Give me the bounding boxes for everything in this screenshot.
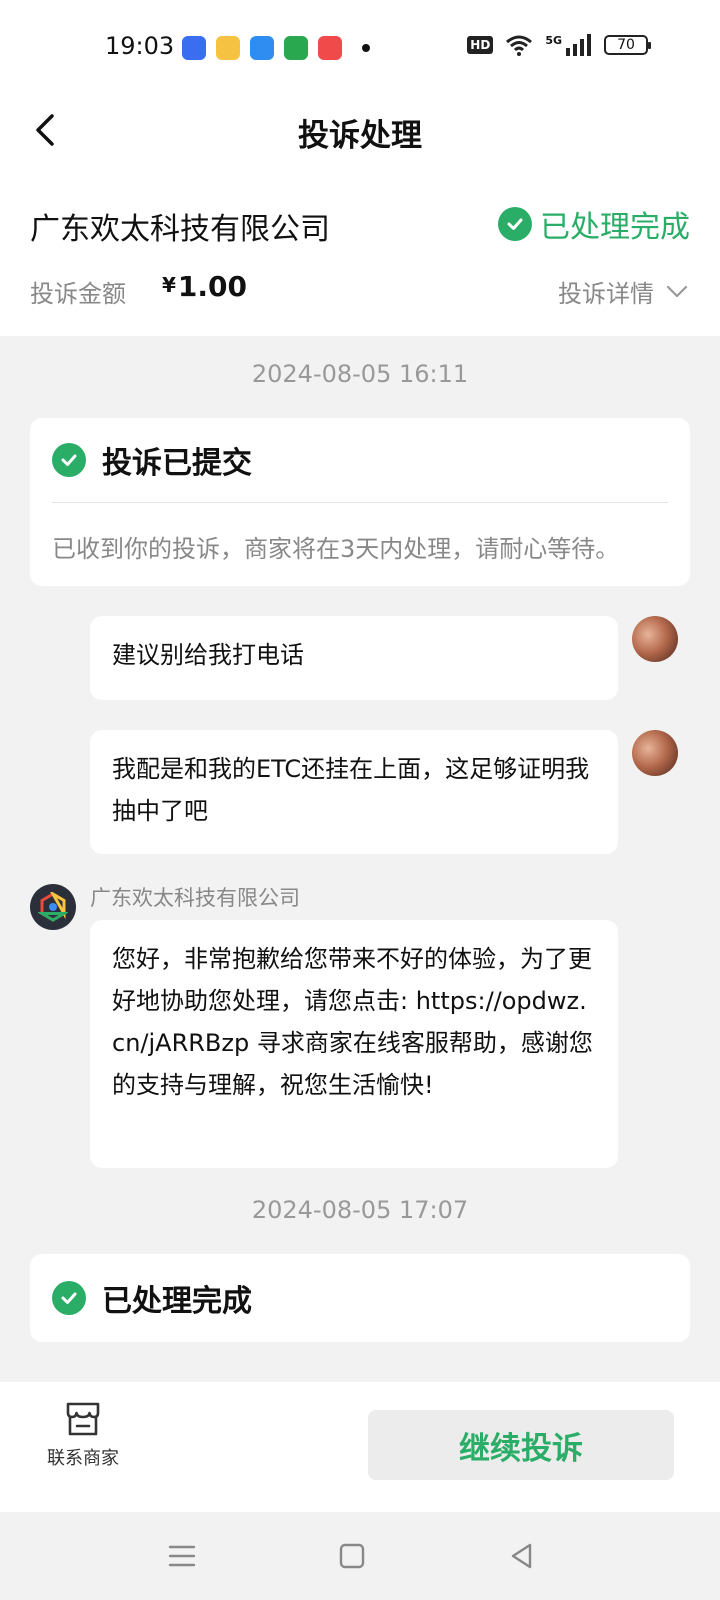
notes-app-icon bbox=[216, 36, 240, 60]
card-title: 已处理完成 bbox=[102, 1284, 252, 1319]
merchant-name: 广东欢太科技有限公司 bbox=[30, 212, 330, 247]
page-title: 投诉处理 bbox=[298, 118, 422, 154]
currency-symbol: ¥ bbox=[162, 273, 176, 297]
home-icon[interactable] bbox=[336, 1540, 368, 1572]
completed-card: 已处理完成 bbox=[30, 1254, 690, 1342]
system-nav-bar bbox=[0, 1512, 720, 1600]
user-message-bubble: 建议别给我打电话 bbox=[90, 616, 618, 700]
check-circle-icon bbox=[52, 443, 86, 477]
status-time: 19:03 bbox=[105, 32, 175, 60]
complaint-detail-toggle[interactable]: 投诉详情 bbox=[558, 274, 688, 309]
network-type: 5G bbox=[545, 33, 562, 47]
user-avatar[interactable] bbox=[632, 730, 678, 776]
user-message-bubble: 我配是和我的ETC还挂在上面，这足够证明我抽中了吧 bbox=[90, 730, 618, 854]
wifi-icon bbox=[506, 35, 533, 56]
store-icon bbox=[66, 1402, 100, 1436]
back-arrow-icon[interactable] bbox=[28, 110, 68, 150]
merchant-message-bubble: 您好，非常抱歉给您带来不好的体验，为了更好地协助您处理，请您点击: https:… bbox=[90, 920, 618, 1168]
contact-merchant-button[interactable]: 联系商家 bbox=[38, 1400, 128, 1470]
card-body: 已收到你的投诉，商家将在3天内处理，请耐心等待。 bbox=[52, 535, 620, 563]
amount-number: 1.00 bbox=[177, 270, 248, 303]
merchant-panel: 广东欢太科技有限公司 已处理完成 投诉金额 ¥1.00 投诉详情 bbox=[0, 176, 720, 336]
status-bar: 19:03 HD 5G 70 bbox=[0, 0, 720, 96]
continue-complaint-button[interactable]: 继续投诉 bbox=[368, 1410, 674, 1480]
signal-icon bbox=[566, 34, 591, 56]
battery-icon: 70 bbox=[604, 35, 651, 55]
blue-app-icon bbox=[250, 36, 274, 60]
baidu-app-icon bbox=[182, 36, 206, 60]
security-app-icon bbox=[284, 36, 308, 60]
contact-merchant-label: 联系商家 bbox=[47, 1448, 119, 1469]
complaint-status: 已处理完成 bbox=[498, 202, 690, 246]
status-label: 已处理完成 bbox=[540, 210, 690, 245]
card-header: 已处理完成 bbox=[30, 1254, 690, 1342]
timestamp: 2024-08-05 16:11 bbox=[251, 360, 469, 388]
detail-label: 投诉详情 bbox=[558, 280, 654, 308]
amount-value: ¥1.00 bbox=[162, 270, 247, 303]
nav-header: 投诉处理 bbox=[0, 96, 720, 176]
menu-icon[interactable] bbox=[166, 1540, 198, 1572]
bottom-action-bar: 联系商家 继续投诉 bbox=[0, 1382, 720, 1512]
card-header: 投诉已提交 bbox=[30, 418, 690, 502]
check-circle-icon bbox=[52, 1281, 86, 1315]
card-title: 投诉已提交 bbox=[102, 446, 252, 481]
check-circle-icon bbox=[498, 207, 532, 241]
timestamp: 2024-08-05 17:07 bbox=[251, 1196, 469, 1224]
sender-name: 广东欢太科技有限公司 bbox=[90, 886, 300, 910]
status-indicators: HD 5G 70 bbox=[467, 33, 651, 56]
user-avatar[interactable] bbox=[632, 616, 678, 662]
merchant-logo-icon bbox=[38, 892, 68, 922]
notification-dot-icon bbox=[362, 44, 370, 52]
chevron-down-icon bbox=[666, 285, 688, 297]
amount-label: 投诉金额 bbox=[30, 280, 126, 308]
merchant-avatar[interactable] bbox=[30, 884, 76, 930]
status-app-icons bbox=[182, 36, 370, 60]
music-app-icon bbox=[318, 36, 342, 60]
back-triangle-icon[interactable] bbox=[506, 1540, 538, 1572]
submitted-card: 投诉已提交 已收到你的投诉，商家将在3天内处理，请耐心等待。 bbox=[30, 418, 690, 586]
hd-badge: HD bbox=[467, 36, 494, 54]
